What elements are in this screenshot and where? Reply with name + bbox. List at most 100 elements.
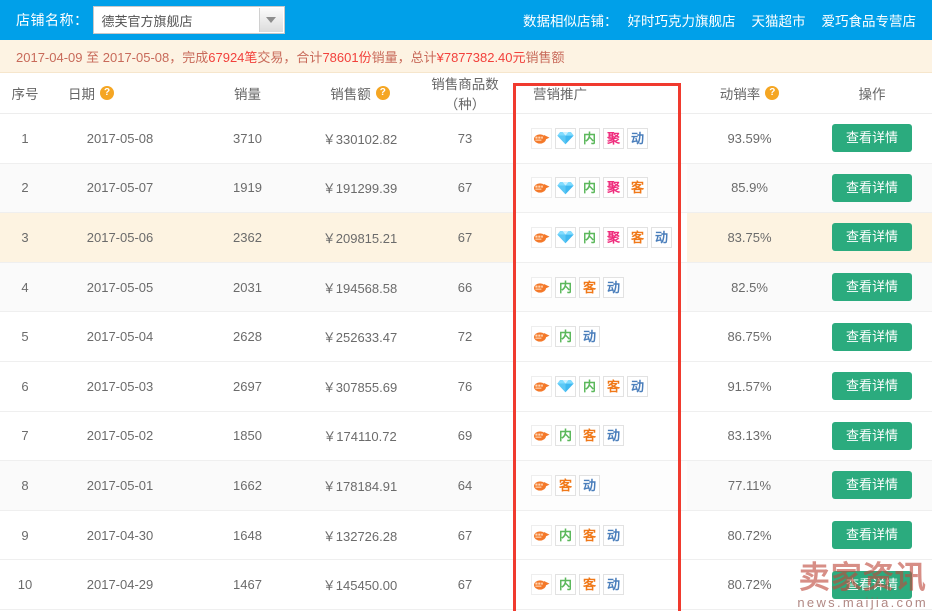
similar-shop-link-3[interactable]: 爱巧食品专营店 (822, 10, 917, 30)
promo-icon-dong[interactable]: 动 (603, 276, 624, 298)
promo-icon-train[interactable] (531, 127, 552, 149)
promo-icon-nei[interactable]: 内 (555, 574, 576, 596)
cell-volume: 3710 (190, 113, 305, 164)
cell-index: 2 (0, 163, 50, 214)
cell-action: 查看详情 (812, 212, 932, 263)
promo-icon-ke[interactable]: 客 (579, 524, 600, 546)
promo-icon-dong[interactable]: 动 (603, 425, 624, 447)
view-detail-button[interactable]: 查看详情 (831, 570, 912, 599)
promo-icon-nei[interactable]: 内 (579, 375, 600, 397)
promo-icon-ke[interactable]: 客 (579, 276, 600, 298)
promo-icon-ke[interactable]: 客 (555, 474, 576, 496)
view-detail-button[interactable]: 查看详情 (831, 273, 912, 302)
cell-sku-count: 67 (415, 212, 515, 263)
question-mark-icon-date[interactable]: ? (100, 86, 114, 100)
cell-marketing-promotion: 内客动 (515, 361, 687, 412)
promo-icon-train[interactable] (531, 524, 552, 546)
header-label-amount: 销售额 (330, 87, 371, 102)
view-detail-button[interactable]: 查看详情 (831, 521, 912, 550)
cell-turnover-rate: 85.9% (687, 163, 812, 214)
view-detail-button[interactable]: 查看详情 (831, 223, 912, 252)
promo-icon-nei[interactable]: 内 (555, 524, 576, 546)
promo-icon-dong[interactable]: 动 (579, 326, 600, 348)
promo-icon-train[interactable] (531, 375, 552, 397)
view-detail-button[interactable]: 查看详情 (831, 372, 912, 401)
promo-icon-dong[interactable]: 动 (579, 474, 600, 496)
promo-icon-train[interactable] (531, 177, 552, 199)
promo-icon-train[interactable] (531, 425, 552, 447)
table-header-date: 日期? (50, 73, 190, 114)
page-root: 店铺名称： 德芙官方旗舰店 数据相似店铺： 好时巧克力旗舰店 天猫超市 爱巧食品… (0, 0, 932, 611)
cell-volume: 2697 (190, 361, 305, 412)
promo-icon-train[interactable] (531, 474, 552, 496)
table-row: 9 2017-04-30 1648 ￥132726.28 67 内客动 80.72% 查看详情 (0, 510, 932, 561)
cell-volume: 1467 (190, 559, 305, 610)
sales-table: 序号 日期? 销量 销售额? 销售商品数（种） 营销推广 动销率? 操作 1 2017-05-0… (0, 73, 932, 610)
cell-index: 10 (0, 559, 50, 610)
shop-select[interactable]: 德芙官方旗舰店 (92, 6, 285, 34)
cell-index: 9 (0, 510, 50, 561)
summary-part-7: ¥7877382.40元 (436, 49, 526, 65)
cell-index: 3 (0, 212, 50, 263)
promo-icon-dong[interactable]: 动 (651, 226, 672, 248)
promo-icon-diamond[interactable] (555, 127, 576, 149)
promo-icon-ke[interactable]: 客 (579, 574, 600, 596)
question-mark-icon-rate[interactable]: ? (765, 86, 780, 100)
question-mark-icon-amount[interactable]: ? (375, 86, 390, 100)
view-detail-button[interactable]: 查看详情 (831, 421, 912, 450)
cell-amount: ￥209815.21 (305, 212, 415, 263)
cell-marketing-promotion: 内聚客动 (515, 212, 687, 263)
promo-icon-ke[interactable]: 客 (579, 425, 600, 447)
promo-icon-train[interactable] (531, 276, 552, 298)
view-detail-button[interactable]: 查看详情 (831, 471, 912, 500)
promo-icon-ju[interactable]: 聚 (603, 177, 624, 199)
promo-icon-list: 内客动 (515, 425, 687, 447)
shop-select-value: 德芙官方旗舰店 (101, 13, 193, 29)
cell-amount: ￥307855.69 (305, 361, 415, 412)
promo-icon-nei[interactable]: 内 (579, 177, 600, 199)
promo-icon-ke[interactable]: 客 (603, 375, 624, 397)
promo-icon-nei[interactable]: 内 (579, 226, 600, 248)
table-row: 10 2017-04-29 1467 ￥145450.00 67 内客动 80.72% 查看详… (0, 559, 932, 610)
promo-icon-nei[interactable]: 内 (555, 276, 576, 298)
similar-shop-link-1[interactable]: 好时巧克力旗舰店 (628, 10, 736, 30)
promo-icon-ju[interactable]: 聚 (603, 127, 624, 149)
promo-icon-dong[interactable]: 动 (603, 524, 624, 546)
view-detail-button[interactable]: 查看详情 (831, 322, 912, 351)
cell-turnover-rate: 83.13% (687, 411, 812, 462)
view-detail-button[interactable]: 查看详情 (831, 124, 912, 153)
promo-icon-train[interactable] (531, 574, 552, 596)
promo-icon-nei[interactable]: 内 (555, 425, 576, 447)
summary-part-5: 78601份 (322, 49, 372, 65)
promo-icon-diamond[interactable] (555, 375, 576, 397)
promo-icon-nei[interactable]: 内 (579, 127, 600, 149)
similar-shops: 数据相似店铺： 好时巧克力旗舰店 天猫超市 爱巧食品专营店 (523, 10, 916, 30)
header-label-promo: 营销推广 (533, 87, 587, 102)
table-header-action: 操作 (812, 73, 932, 114)
promo-icon-list: 内聚客 (515, 177, 687, 199)
cell-amount: ￥132726.28 (305, 510, 415, 561)
promo-icon-ju[interactable]: 聚 (603, 226, 624, 248)
chevron-down-icon[interactable] (258, 8, 283, 32)
cell-turnover-rate: 80.72% (687, 559, 812, 610)
promo-icon-dong[interactable]: 动 (603, 574, 624, 596)
view-detail-button[interactable]: 查看详情 (831, 173, 912, 202)
cell-date: 2017-05-06 (50, 212, 190, 263)
promo-icon-ke[interactable]: 客 (627, 177, 648, 199)
promo-icon-dong[interactable]: 动 (627, 375, 648, 397)
table-row: 3 2017-05-06 2362 ￥209815.21 67 内聚客动 83.75% 查看详… (0, 212, 932, 263)
cell-sku-count: 66 (415, 262, 515, 313)
promo-icon-ke[interactable]: 客 (627, 226, 648, 248)
promo-icon-train[interactable] (531, 226, 552, 248)
promo-icon-train[interactable] (531, 326, 552, 348)
promo-icon-diamond[interactable] (555, 226, 576, 248)
similar-shop-link-2[interactable]: 天猫超市 (752, 10, 806, 30)
cell-date: 2017-05-07 (50, 163, 190, 214)
promo-icon-nei[interactable]: 内 (555, 326, 576, 348)
summary-part-0: 2017-04-09 (16, 49, 87, 65)
cell-sku-count: 73 (415, 113, 515, 164)
summary-text: 2017-04-09 至 2017-05-08，完成67924笔交易，合计786… (16, 47, 565, 66)
promo-icon-dong[interactable]: 动 (627, 127, 648, 149)
table-row: 7 2017-05-02 1850 ￥174110.72 69 内客动 83.13% 查看详情 (0, 411, 932, 462)
promo-icon-diamond[interactable] (555, 177, 576, 199)
